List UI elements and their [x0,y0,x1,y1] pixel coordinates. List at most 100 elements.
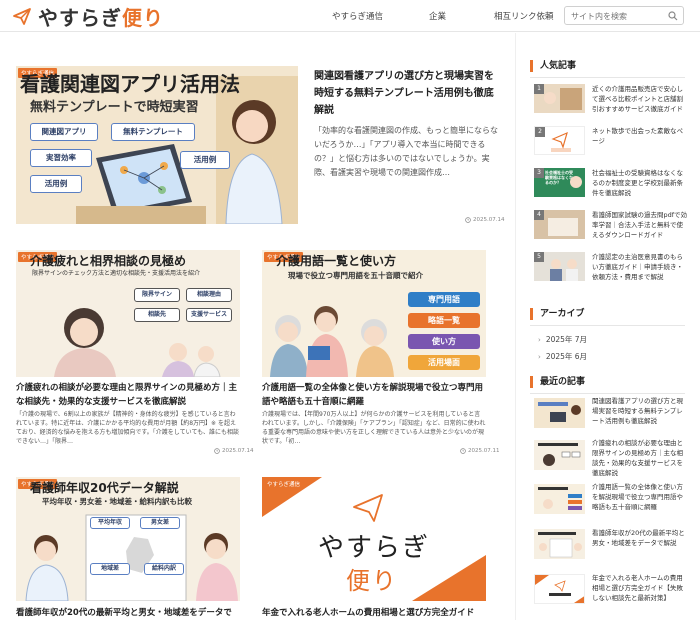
feature-image-subhead: 無料テンプレートで時短実習 [30,100,199,115]
card2-image-headline: 介護用語一覧と使い方 [276,254,397,268]
search-input[interactable] [571,10,667,22]
archive-link-2025-07[interactable]: › 2025年 7月 [538,334,587,345]
rank-badge: 5 [534,252,544,262]
archive-heading: アーカイブ [530,308,584,320]
logo-text-accent: 便り [122,5,164,30]
site-header: やすらぎ便り やすらぎ通信 企業 相互リンク依頼 [0,0,700,32]
card2-date: 2025.07.11 [460,448,500,454]
recent-thumb-3-art [538,487,582,510]
popular-title-2[interactable]: ネット散歩で出会った素敵なページ [592,126,689,146]
feature-title[interactable]: 関連図看護アプリの選び方と現場実習を時短する無料テンプレート活用例も徹底解説 [314,68,499,119]
image-box-example: 活用例 [30,175,82,193]
card2-image-subhead: 現場で役立つ専門用語を五十音順で紹介 [288,271,423,280]
recent-thumb-1-art [538,402,581,422]
feature-excerpt: 「効率的な看護関連図の作成、もっと簡単にならないだろうか…」「アプリ導入で本当に… [314,126,498,177]
card-thumbnail-kangoshi-nenshu[interactable]: やすらぎ通信 看護師年収20代データ解説 平均年収・男女差・地域差・給料内訳も比… [16,477,240,601]
recent-title-3[interactable]: 介護用語一覧の全体像と使い方を解説現場で役立つ専門用語や略語も五十音順に網羅 [592,482,689,512]
card4-image-logo-accent: 便り [346,567,398,595]
card-thumbnail-nenkin-rojin-home[interactable]: やすらぎ通信 やすらぎ 便り [262,477,486,601]
popular-divider [530,77,685,78]
recent-thumb-2[interactable] [534,440,585,470]
image-box-region: 地域差 [90,563,130,575]
image-box-limit: 限界サイン [134,288,180,302]
popular-thumb-1[interactable]: 1 [534,84,585,113]
archive-divider [530,325,685,326]
card1-date-text: 2025.07.14 [222,448,254,454]
popular-thumb-4[interactable]: 4 [534,210,585,239]
image-pill-abbr: 略語一覧 [408,313,480,328]
recent-thumb-1[interactable] [534,398,585,428]
card2-title[interactable]: 介護用語一覧の全体像と使い方を解説現場で役立つ専門用語や略語も五十音順に網羅 [262,381,486,409]
logo-text-main: やすらぎ [38,5,122,30]
image-box-gender: 男女差 [140,517,180,529]
image-box-reason: 相談理由 [186,288,232,302]
recent-title-2[interactable]: 介護疲れの相談が必要な理由と限界サインの見極め方｜主な相談先・効果的な支援サービ… [592,438,689,478]
clock-icon [460,448,466,454]
image-pill-usage: 使い方 [408,334,480,349]
card3-title[interactable]: 看護師年収が20代の最新平均と男女・地域差をデータで解説 [16,606,240,620]
nav-link-mutual-link[interactable]: 相互リンク依頼 [494,10,554,22]
category-tag[interactable]: やすらぎ通信 [264,479,304,489]
card2-excerpt: 介護現場では、【年間970万人以上】が何らかの介護サービスを利用していると言われ… [262,411,486,445]
sidebar-divider [515,33,516,620]
recent-title-1[interactable]: 関連図看護アプリの選び方と現場実習を時短する無料テンプレート活用例も徹底解説 [592,396,689,426]
popular-title-5[interactable]: 介護認定の主治医意見書のもらい方徹底ガイド｜申請手続き・依頼方法・費用まで解説 [592,252,689,282]
feature-date: 2025.07.14 [465,217,505,223]
card-thumbnail-kaigo-tsukare[interactable]: やすらぎ通信 介護疲れと相界相談の見極め 限界サインのチェック方法と適切な相談先… [16,250,240,377]
image-box-where: 相談先 [134,308,180,322]
chevron-right-icon: › [538,352,541,361]
popular-title-3[interactable]: 社会福祉士の受験資格はなくなるのか制度変更と学校別最新条件を徹底解説 [592,168,689,198]
recent-title-4[interactable]: 看護師年収が20代の最新平均と男女・地域差をデータで解説 [592,528,689,548]
popular-title-1[interactable]: 近くの介護用品販売店で安心して選べる比較ポイントと店舗割引おすすめサービス徹底ガ… [592,84,689,114]
search-icon[interactable] [668,11,678,21]
image-pill-scenes: 活用場面 [408,355,480,370]
site-logo[interactable]: やすらぎ便り [12,4,164,30]
card1-excerpt: 「介護の現場で、6割以上の家族が【精神的・身体的な疲労】を感じていると言われてい… [16,411,239,445]
recent-thumb-3[interactable] [534,484,585,514]
rank-badge: 4 [534,210,544,220]
feature-image-headline: 看護関連図アプリ活用法 [20,72,240,96]
clock-icon [465,217,471,223]
card1-title[interactable]: 介護疲れの相談が必要な理由と限界サインの見極め方｜主な相談先・効果的な支援サービ… [16,381,240,409]
archive-link-2025-06[interactable]: › 2025年 6月 [538,351,587,362]
recent-thumb-4[interactable] [534,529,585,559]
recent-title-5[interactable]: 年金で入れる老人ホームの費用相場と選び方完全ガイド【失敗しない相談先と最新対策】 [592,573,689,603]
card1-image-headline: 介護疲れと相界相談の見極め [30,254,187,268]
clock-icon [214,448,220,454]
rank-badge: 1 [534,84,544,94]
recent-heading: 最近の記事 [530,376,585,388]
rank-badge: 3 [534,168,544,178]
image-box-support: 支援サービス [186,308,232,322]
popular-heading: 人気記事 [530,60,576,72]
paper-plane-icon [13,8,31,25]
card4-image-logo-main: やすらぎ [318,533,431,563]
popular-thumb-3[interactable]: 3 社会福祉士の受験資格はなくなるのか？ [534,168,585,197]
feature-date-text: 2025.07.14 [473,217,505,223]
recent-thumb-5[interactable] [534,574,585,604]
nav-link-yasuragi-tsushin[interactable]: やすらぎ通信 [332,10,383,22]
recent-thumb-4-art [538,532,582,558]
card3-image-headline: 看護師年収20代データ解説 [30,481,179,495]
image-box-efficiency: 実習効率 [30,149,92,167]
rank-badge: 2 [535,127,545,137]
popular-thumb-2[interactable]: 2 [534,126,585,155]
chevron-right-icon: › [538,335,541,344]
popular-title-4[interactable]: 看護師国家試験の過去問pdfで効率学習｜合法入手法と無料で使えるダウンロードガイ… [592,210,689,240]
image-box-example-2: 活用例 [180,151,230,169]
popular-thumb-5[interactable]: 5 [534,252,585,281]
image-box-average: 平均年収 [90,517,130,529]
card-thumbnail-kaigo-yougo[interactable]: やすらぎ通信 介護用語一覧と使い方 現場で役立つ専門用語を五十音順で紹介 専門用… [262,250,486,377]
card4-title[interactable]: 年金で入れる老人ホームの費用相場と選び方完全ガイド [262,606,486,620]
feature-thumbnail[interactable]: やすらぎ通信 看護関連図アプリ活用法 無料テンプレートで時短実習 関連図アプリ … [16,66,298,224]
image-box-template: 無料テンプレート [111,123,195,141]
recent-divider [530,393,685,394]
image-box-breakdown: 給料内訳 [144,563,184,575]
archive-label: 2025年 7月 [545,335,588,344]
archive-label: 2025年 6月 [545,352,588,361]
recent-thumb-2-art [538,443,581,466]
search-box [564,6,684,25]
image-pill-terms: 専門用語 [408,292,480,307]
card2-date-text: 2025.07.11 [468,448,500,454]
nav-link-company[interactable]: 企業 [429,10,446,22]
recent-thumb-5-art [535,575,584,603]
